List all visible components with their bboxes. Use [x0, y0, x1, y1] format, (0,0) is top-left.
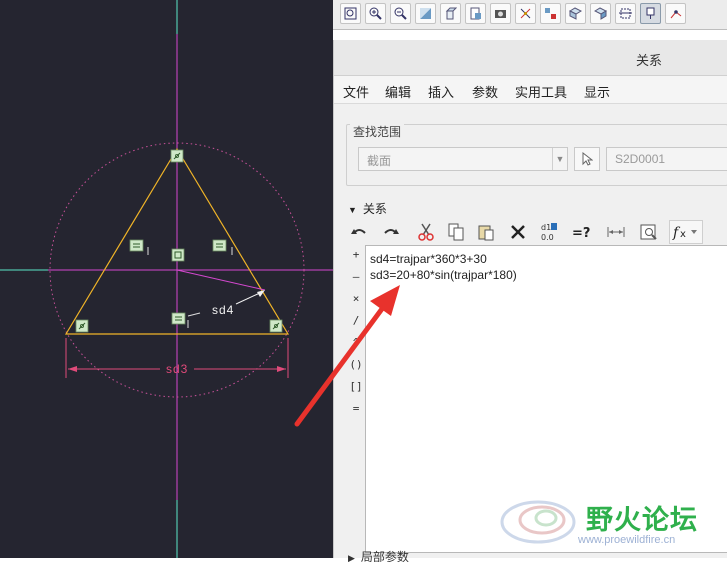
constraint-display-icon[interactable]	[640, 3, 661, 24]
operator-brackets[interactable]: []	[348, 380, 364, 393]
watermark-url: www.proewildfire.cn	[578, 534, 676, 546]
saved-views-icon[interactable]	[465, 3, 486, 24]
svg-text:=?: =?	[572, 226, 590, 240]
menu-file[interactable]: 文件	[343, 82, 369, 101]
constraint-equal-right	[212, 239, 233, 255]
dimension-sd3-label: sd3	[166, 362, 188, 376]
expand-triangle-icon: ▶	[348, 553, 355, 562]
delete-icon[interactable]	[507, 220, 529, 244]
chevron-down-icon[interactable]: ▼	[552, 148, 567, 170]
watermark-logo-icon	[500, 500, 576, 544]
local-parameters-header[interactable]: ▶ 局部参数	[348, 548, 409, 562]
svg-text:0.0: 0.0	[541, 233, 554, 242]
local-parameters-label: 局部参数	[360, 550, 409, 562]
relations-toolbar: d1 0.0 =? fx	[346, 220, 726, 246]
operator-power[interactable]: ^	[348, 336, 364, 349]
operator-minus[interactable]: –	[348, 270, 364, 283]
repaint-icon[interactable]	[415, 3, 436, 24]
watermark-title: 野火论坛	[586, 505, 698, 536]
toggle-values-icon[interactable]: d1 0.0	[538, 220, 560, 244]
view-orient-icon[interactable]	[440, 3, 461, 24]
relation-line: sd4=trajpar*360*3+30	[370, 252, 487, 266]
svg-text:x: x	[680, 229, 686, 240]
function-icon[interactable]: fx	[669, 220, 703, 244]
dialog-title: 关系	[636, 53, 663, 68]
operator-equals[interactable]: =	[348, 402, 364, 415]
menu-parameters[interactable]: 参数	[472, 82, 498, 101]
relations-section-label: 关系	[362, 202, 387, 216]
zoom-out-icon[interactable]	[390, 3, 411, 24]
operator-plus[interactable]: +	[348, 248, 364, 261]
dimension-display-icon[interactable]	[615, 3, 636, 24]
constraint-vertex-left	[75, 319, 89, 333]
menu-utilities[interactable]: 实用工具	[515, 82, 567, 101]
sketch-graphics: sd3 sd4	[0, 0, 333, 558]
annotation-display-icon[interactable]	[590, 3, 611, 24]
constraint-equal-bottom	[171, 312, 201, 328]
menu-edit[interactable]: 编辑	[385, 82, 411, 101]
constraint-equal-left	[129, 239, 149, 255]
operator-divide[interactable]: /	[348, 314, 364, 327]
cut-icon[interactable]	[415, 220, 437, 244]
undo-icon[interactable]	[348, 220, 370, 244]
sketch-canvas[interactable]: sd3 sd4	[0, 0, 333, 558]
display-style-icon[interactable]	[490, 3, 511, 24]
redo-icon[interactable]	[380, 220, 402, 244]
perspective-icon[interactable]	[565, 3, 586, 24]
svg-text:d1: d1	[541, 223, 551, 232]
constraint-vertex-top	[170, 149, 184, 163]
collapse-triangle-icon: ▼	[348, 205, 357, 215]
paste-icon[interactable]	[475, 220, 497, 244]
constraint-vertex-right	[269, 319, 283, 333]
datum-display-icon[interactable]	[515, 3, 536, 24]
zoom-in-icon[interactable]	[365, 3, 386, 24]
sort-icon[interactable]	[604, 220, 628, 244]
relations-section-header[interactable]: ▼ 关系	[348, 200, 387, 217]
copy-icon[interactable]	[445, 220, 467, 244]
menu-show[interactable]: 显示	[584, 82, 610, 101]
refit-icon[interactable]	[340, 3, 361, 24]
relation-line: sd3=20+80*sin(trajpar*180)	[370, 268, 517, 282]
dialog-title-bar[interactable]: 关系	[334, 40, 727, 76]
verify-icon[interactable]: =?	[570, 220, 596, 244]
dimension-arrow-right	[277, 366, 286, 372]
pointer-icon	[582, 152, 593, 166]
scope-name-field[interactable]: S2D0001	[606, 147, 727, 171]
vertex-display-icon[interactable]	[665, 3, 686, 24]
dimension-sd4-label: sd4	[212, 303, 234, 317]
scope-type-select[interactable]: 截面	[358, 147, 568, 171]
menu-bar: 文件 编辑 插入 参数 实用工具 显示	[334, 76, 727, 104]
graphics-toolbar	[333, 0, 727, 30]
operator-parens[interactable]: ()	[348, 358, 364, 371]
spin-center-icon[interactable]	[540, 3, 561, 24]
dimension-arrow-left	[68, 366, 77, 372]
forum-watermark: 野火论坛 www.proewildfire.cn	[498, 490, 722, 556]
relations-dialog: 关系 文件 编辑 插入 参数 实用工具 显示 查找范围 截面 ▼ S2D0001…	[333, 40, 727, 562]
constraint-center	[171, 248, 185, 262]
operator-multiply[interactable]: ×	[348, 292, 364, 305]
menu-insert[interactable]: 插入	[428, 82, 454, 101]
evaluate-icon[interactable]	[637, 220, 661, 244]
lookup-scope-legend: 查找范围	[350, 123, 405, 140]
select-pointer-button[interactable]	[574, 147, 600, 171]
